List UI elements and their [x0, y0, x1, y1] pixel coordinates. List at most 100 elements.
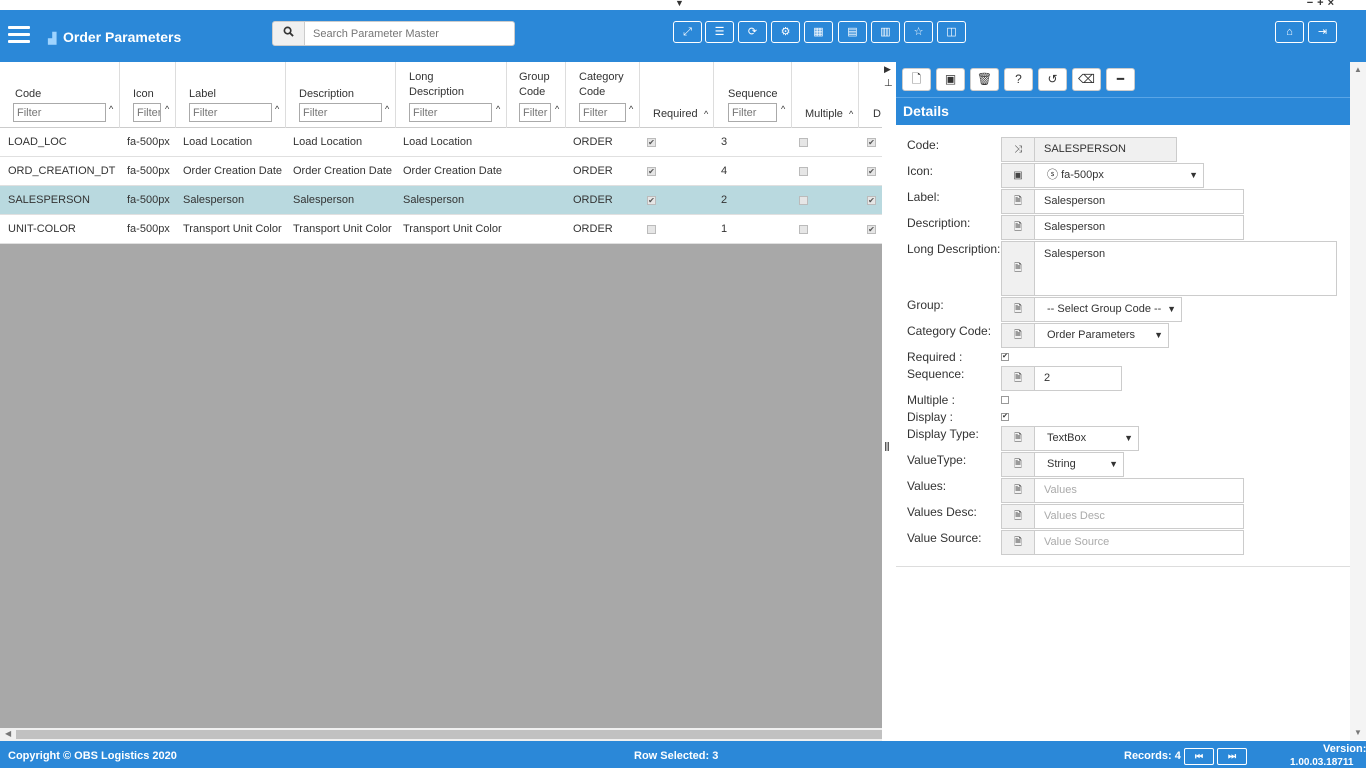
cell-display-checkbox[interactable]: ✔: [867, 225, 876, 234]
cell-display-checkbox[interactable]: ✔: [867, 196, 876, 205]
new-button[interactable]: 🗋: [902, 68, 931, 91]
cell-category-code: ORDER: [573, 194, 613, 206]
search-button[interactable]: [272, 21, 305, 46]
logout-button[interactable]: ⇥: [1308, 21, 1337, 43]
minimize-button[interactable]: ━: [1106, 68, 1135, 91]
export-pdf-button[interactable]: ▥: [871, 21, 900, 43]
last-page-button[interactable]: ⏭: [1217, 748, 1247, 765]
col-required[interactable]: Required ^: [640, 62, 714, 128]
filter-group-code[interactable]: [519, 103, 551, 122]
values-field[interactable]: Values: [1034, 478, 1244, 503]
save-button[interactable]: ▣: [936, 68, 965, 91]
sort-icon[interactable]: ^: [275, 104, 279, 114]
filter-category-code[interactable]: [579, 103, 626, 122]
menu-icon[interactable]: [8, 26, 30, 44]
group-select[interactable]: -- Select Group Code -- ▼: [1034, 297, 1182, 322]
table-button[interactable]: ▦: [804, 21, 833, 43]
undo-button[interactable]: ↺: [1038, 68, 1067, 91]
collapse-header-icon[interactable]: ▼: [675, 0, 684, 8]
cell-required-checkbox[interactable]: ✔: [647, 196, 656, 205]
table-row[interactable]: UNIT-COLOR fa-500px Transport Unit Color Tr…: [0, 215, 882, 244]
delete-button[interactable]: 🗑: [970, 68, 999, 91]
window-controls[interactable]: −+×: [1307, 0, 1338, 9]
cell-multiple-checkbox[interactable]: [799, 196, 808, 205]
cell-display-checkbox[interactable]: ✔: [867, 138, 876, 147]
col-category-code[interactable]: Category Code ^: [566, 62, 640, 128]
col-code[interactable]: Code ^: [0, 62, 120, 128]
filter-icon[interactable]: [133, 103, 161, 122]
col-group-code[interactable]: Group Code ^: [507, 62, 566, 128]
cell-multiple-checkbox[interactable]: [799, 225, 808, 234]
table-row[interactable]: SALESPERSON fa-500px Salesperson Salesperso…: [0, 186, 882, 215]
sequence-field[interactable]: 2: [1034, 366, 1122, 391]
col-description[interactable]: Description ^: [286, 62, 396, 128]
refresh-button[interactable]: ⟳: [738, 21, 767, 43]
sort-icon[interactable]: ^: [385, 104, 389, 114]
scroll-down-icon[interactable]: ▼: [1354, 728, 1362, 737]
help-button[interactable]: ?: [1004, 68, 1033, 91]
filter-code[interactable]: [13, 103, 106, 122]
cell-display-checkbox[interactable]: ✔: [867, 167, 876, 176]
col-icon[interactable]: Icon ^: [120, 62, 176, 128]
columns-button[interactable]: ◫: [937, 21, 966, 43]
sort-icon[interactable]: ^: [109, 104, 113, 114]
sort-icon[interactable]: ^: [555, 104, 559, 114]
pin-icon[interactable]: ⊥: [884, 78, 893, 89]
expand-button[interactable]: ⤢: [673, 21, 702, 43]
cell-required-checkbox[interactable]: [647, 225, 656, 234]
value-type-select[interactable]: String ▼: [1034, 452, 1124, 477]
vertical-scrollbar[interactable]: ▲ ▼: [1350, 62, 1366, 740]
table-row[interactable]: LOAD_LOC fa-500px Load Location Load Locati…: [0, 128, 882, 157]
clear-button[interactable]: ⌫: [1072, 68, 1101, 91]
values-desc-field[interactable]: Values Desc: [1034, 504, 1244, 529]
sort-icon[interactable]: ^: [629, 104, 633, 114]
top-strip: ▼ −+×: [0, 0, 1366, 10]
description-field[interactable]: Salesperson: [1034, 215, 1244, 240]
cell-required-checkbox[interactable]: ✔: [647, 138, 656, 147]
col-multiple[interactable]: Multiple ^: [792, 62, 859, 128]
filter-sequence[interactable]: [728, 103, 777, 122]
database-button[interactable]: ☰: [705, 21, 734, 43]
table-row[interactable]: ORD_CREATION_DT fa-500px Order Creation Da…: [0, 157, 882, 186]
sort-icon[interactable]: ^: [165, 104, 169, 114]
display-type-select[interactable]: TextBox ▼: [1034, 426, 1139, 451]
required-checkbox[interactable]: ✔: [1001, 353, 1009, 361]
value-source-field[interactable]: Value Source: [1034, 530, 1244, 555]
col-label[interactable]: Label ^: [176, 62, 286, 128]
multiple-checkbox[interactable]: [1001, 396, 1009, 404]
cell-multiple-checkbox[interactable]: [799, 167, 808, 176]
col-display[interactable]: D: [859, 62, 882, 128]
display-checkbox[interactable]: ✔: [1001, 413, 1009, 421]
search-input[interactable]: [305, 21, 515, 46]
sort-icon[interactable]: ^: [781, 104, 785, 114]
splitter-handle[interactable]: ‖: [884, 440, 890, 454]
home-button[interactable]: ⌂: [1275, 21, 1304, 43]
icon-select[interactable]: ⓢ fa-500px ▼: [1034, 163, 1204, 188]
scroll-up-icon[interactable]: ▲: [1354, 65, 1362, 74]
cell-required-checkbox[interactable]: ✔: [647, 167, 656, 176]
horizontal-scrollbar[interactable]: ◀: [0, 728, 882, 741]
collapse-right-icon[interactable]: ▶: [884, 64, 891, 75]
long-description-label: Long Description:: [907, 242, 1001, 256]
settings-button[interactable]: ⚙: [771, 21, 800, 43]
long-description-field[interactable]: Salesperson: [1034, 241, 1337, 296]
category-select[interactable]: Order Parameters ▼: [1034, 323, 1169, 348]
export-excel-button[interactable]: ▤: [838, 21, 867, 43]
favorite-button[interactable]: ☆: [904, 21, 933, 43]
col-sequence[interactable]: Sequence ^: [714, 62, 792, 128]
cell-code: LOAD_LOC: [8, 136, 67, 148]
code-field[interactable]: SALESPERSON: [1034, 137, 1177, 162]
col-long-description[interactable]: Long Description ^: [396, 62, 507, 128]
first-page-button[interactable]: ⏮: [1184, 748, 1214, 765]
scroll-left-icon[interactable]: ◀: [5, 729, 11, 738]
filter-description[interactable]: [299, 103, 382, 122]
sort-icon[interactable]: ^: [849, 109, 853, 119]
sort-icon[interactable]: ^: [496, 104, 500, 114]
scroll-thumb[interactable]: [16, 730, 882, 739]
icon-select-value: fa-500px: [1061, 169, 1104, 181]
label-field[interactable]: Salesperson: [1034, 189, 1244, 214]
filter-label[interactable]: [189, 103, 272, 122]
filter-long-description[interactable]: [409, 103, 492, 122]
cell-multiple-checkbox[interactable]: [799, 138, 808, 147]
sort-icon[interactable]: ^: [704, 109, 708, 119]
